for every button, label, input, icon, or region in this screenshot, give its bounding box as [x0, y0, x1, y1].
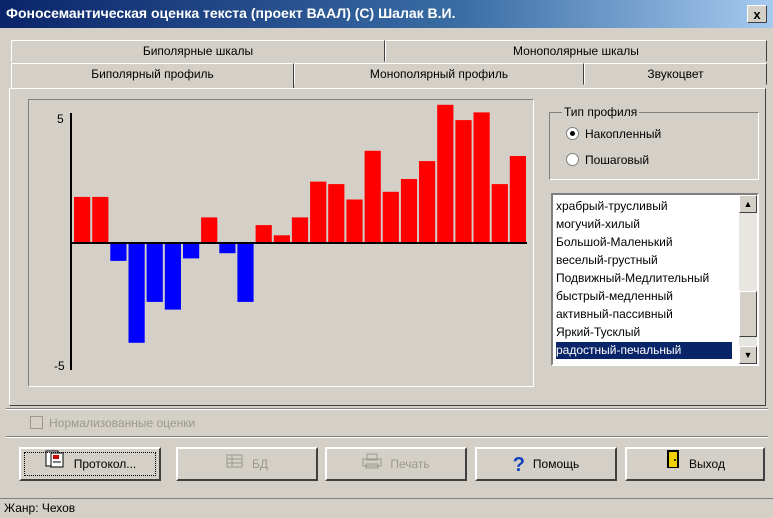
- tab-label: Монополярные шкалы: [513, 44, 639, 58]
- document-icon: [44, 449, 66, 480]
- chart-bar: [419, 161, 436, 243]
- chart-bar: [74, 196, 91, 243]
- button-label: Печать: [390, 457, 430, 471]
- chart-bar: [346, 199, 363, 243]
- exit-button[interactable]: Выход: [625, 447, 765, 481]
- list-item[interactable]: быстрый-медленный: [556, 288, 732, 305]
- printer-icon: [362, 450, 382, 480]
- chart-bar: [364, 150, 381, 243]
- button-label: Помощь: [532, 457, 580, 471]
- tab-label: Звукоцвет: [647, 67, 704, 81]
- chart-frame: 5 -5: [28, 99, 534, 387]
- chart-bar: [146, 243, 163, 302]
- help-button[interactable]: ? Помощь: [475, 447, 617, 481]
- list-item[interactable]: Большой-Маленький: [556, 234, 732, 251]
- tab-label: Биполярный профиль: [91, 67, 214, 81]
- list-item[interactable]: могучий-хилый: [556, 216, 732, 233]
- chart-bar: [110, 243, 127, 261]
- chart-bar: [473, 112, 490, 244]
- tab-label: Биполярные шкалы: [142, 44, 254, 58]
- status-bar: Жанр: Чехов: [0, 498, 773, 518]
- radio-cumulative[interactable]: Накопленный: [566, 127, 661, 143]
- scroll-down-button[interactable]: ▼: [739, 346, 757, 364]
- button-label: БД: [251, 457, 268, 471]
- chart-bar: [255, 225, 272, 243]
- checkbox-label: Нормализованные оценки: [49, 416, 196, 430]
- divider: [6, 436, 768, 438]
- door-icon: [665, 449, 681, 480]
- button-label: Выход: [689, 457, 725, 471]
- print-button[interactable]: Печать: [325, 447, 467, 481]
- list-item[interactable]: храбрый-трусливый: [556, 198, 732, 215]
- chart-bar: [310, 181, 327, 243]
- arrow-down-icon: ▼: [743, 350, 753, 360]
- tab-monopolar-profile[interactable]: Монополярный профиль: [294, 63, 584, 85]
- tab-monopolar-scales[interactable]: Монополярные шкалы: [385, 40, 767, 62]
- chart-bar: [509, 156, 526, 243]
- protocol-button[interactable]: Протокол...: [19, 447, 161, 481]
- chart-bar: [237, 243, 254, 302]
- list-item[interactable]: Подвижный-Медлительный: [556, 270, 732, 287]
- arrow-up-icon: ▲: [743, 199, 753, 209]
- bipolar-profile-chart: 5 -5: [54, 104, 527, 373]
- chart-bar: [128, 243, 145, 343]
- scroll-thumb[interactable]: [739, 291, 757, 337]
- list-item[interactable]: Яркий-Тусклый: [556, 324, 732, 341]
- chart-bar: [491, 184, 508, 243]
- window-title: Фоносемантическая оценка текста (проект …: [6, 5, 456, 21]
- y-tick-label: 5: [57, 112, 64, 126]
- checkbox-box: [30, 416, 43, 429]
- chart-bar: [273, 235, 290, 243]
- profile-type-group: Тип профиля Накопленный Пошаговый: [549, 105, 759, 180]
- divider: [6, 408, 768, 410]
- question-icon: ?: [512, 453, 525, 476]
- scroll-up-button[interactable]: ▲: [739, 195, 757, 213]
- chart-bar: [164, 243, 181, 310]
- close-button[interactable]: x: [747, 5, 767, 23]
- list-item[interactable]: активный-пассивный: [556, 306, 732, 323]
- radio-label: Накопленный: [585, 127, 662, 141]
- close-icon: x: [753, 7, 761, 22]
- normalize-checkbox[interactable]: Нормализованные оценки: [30, 416, 195, 430]
- title-bar: Фоносемантическая оценка текста (проект …: [0, 0, 773, 28]
- application-window: Фоносемантическая оценка текста (проект …: [0, 0, 773, 518]
- profile-type-legend: Тип профиля: [562, 105, 640, 119]
- radio-empty-icon: [566, 153, 579, 166]
- chart-bar: [201, 217, 218, 243]
- y-tick-label: -5: [54, 359, 65, 373]
- scales-listbox[interactable]: храбрый-трусливый могучий-хилый Большой-…: [551, 193, 759, 366]
- chart-bar: [183, 243, 200, 259]
- radio-label: Пошаговый: [585, 153, 650, 167]
- chart-bar: [92, 196, 109, 243]
- chart-bar: [291, 217, 309, 243]
- button-label: Протокол...: [73, 457, 137, 471]
- tab-bipolar-profile[interactable]: Биполярный профиль: [11, 63, 294, 88]
- chart-bar: [382, 191, 399, 243]
- chart-bar: [437, 104, 454, 243]
- chart-bar: [400, 179, 418, 243]
- tab-row-bottom: Биполярный профиль Монополярный профиль …: [7, 63, 770, 88]
- list-item-selected[interactable]: радостный-печальный: [556, 342, 732, 359]
- status-text: Жанр: Чехов: [4, 501, 76, 515]
- tab-label: Монополярный профиль: [369, 67, 509, 81]
- database-icon: [226, 450, 244, 480]
- chart-bar: [455, 120, 472, 243]
- list-scrollbar[interactable]: ▲ ▼: [739, 195, 757, 364]
- list-item[interactable]: веселый-грустный: [556, 252, 732, 269]
- radio-stepwise[interactable]: Пошаговый: [566, 153, 649, 169]
- tab-row-top: Биполярные шкалы Монополярные шкалы: [7, 40, 770, 62]
- chart-bar: [328, 184, 345, 243]
- db-button[interactable]: БД: [176, 447, 318, 481]
- tab-sound-color[interactable]: Звукоцвет: [584, 63, 767, 85]
- radio-selected-icon: [566, 127, 579, 140]
- tab-bipolar-scales[interactable]: Биполярные шкалы: [11, 40, 385, 62]
- chart-bar: [219, 243, 236, 254]
